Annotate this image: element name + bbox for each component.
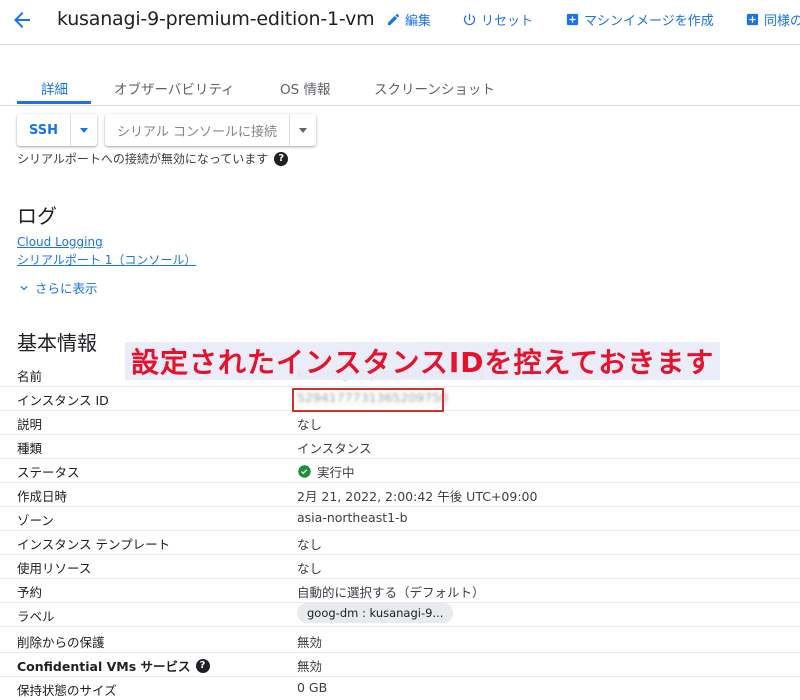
active-tab-indicator: [17, 101, 91, 104]
cloud-logging-link[interactable]: Cloud Logging: [17, 235, 103, 249]
property-key: ゾーン: [17, 513, 54, 528]
serial-console-button[interactable]: シリアル コンソールに接続: [105, 114, 289, 146]
property-row-reservation: 予約 自動的に選択する（デフォルト）: [0, 578, 800, 603]
ssh-button[interactable]: SSH: [17, 114, 70, 146]
edit-button[interactable]: 編集: [386, 10, 431, 29]
caret-down-icon: [80, 127, 89, 133]
property-key: インスタンス テンプレート: [17, 537, 171, 552]
property-key: ステータス: [17, 465, 80, 480]
annotation-banner: 設定されたインスタンスIDを控えておきます: [125, 342, 721, 380]
property-key: 保持状態のサイズ: [17, 683, 117, 698]
status-text: 実行中: [317, 465, 355, 480]
create-similar-button[interactable]: 同様の: [745, 10, 800, 29]
property-row-deletion-protection: 削除からの保護 無効: [0, 628, 800, 653]
ssh-dropdown-button[interactable]: [70, 114, 97, 146]
show-more-toggle[interactable]: さらに表示: [17, 278, 98, 297]
property-row-zone: ゾーン asia-northeast1-b: [0, 506, 800, 531]
property-key: 削除からの保護: [17, 635, 105, 650]
property-value: 0 GB: [297, 680, 328, 695]
add-box-icon: [566, 13, 579, 26]
tab-os-info[interactable]: OS 情報: [280, 78, 331, 98]
create-machine-image-button[interactable]: マシンイメージを作成: [565, 10, 714, 29]
header-bar: kusanagi-9-premium-edition-1-vm 編集 リセット …: [0, 0, 800, 45]
property-row-instance-template: インスタンス テンプレート なし: [0, 530, 800, 555]
property-value: asia-northeast1-b: [297, 510, 408, 525]
property-row-type: 種類 インスタンス: [0, 434, 800, 459]
confidential-vm-label: Confidential VMs サービス: [17, 659, 191, 674]
property-value: なし: [297, 561, 323, 576]
property-key: 名前: [17, 369, 43, 384]
serial-port-1-link[interactable]: シリアルポート 1（コンソール）: [17, 251, 196, 268]
power-icon: [463, 13, 476, 26]
property-value: なし: [297, 537, 323, 552]
serial-console-dropdown-button[interactable]: [289, 114, 316, 146]
property-value: インスタンス: [297, 441, 372, 456]
chevron-down-icon: [20, 285, 28, 290]
check-circle-icon: [298, 465, 311, 478]
property-row-preserved-state-size: 保持状態のサイズ 0 GB: [0, 676, 800, 700]
reset-label: リセット: [481, 14, 534, 29]
property-row-labels: ラベル goog-dm : kusanagi-9...: [0, 602, 800, 627]
help-icon[interactable]: ?: [195, 658, 210, 673]
property-row-created: 作成日時 2月 21, 2022, 2:00:42 午後 UTC+09:00: [0, 482, 800, 507]
reset-button[interactable]: リセット: [462, 10, 533, 29]
property-value: なし: [297, 417, 323, 432]
property-value: 2月 21, 2022, 2:00:42 午後 UTC+09:00: [297, 489, 538, 504]
property-row-status: ステータス 実行中: [0, 458, 800, 483]
property-key: 作成日時: [17, 489, 68, 504]
show-more-label: さらに表示: [35, 281, 98, 296]
caret-down-icon: [299, 127, 308, 133]
serial-port-note: シリアルポートへの接続が無効になっています ?: [17, 150, 289, 167]
basic-info-section-title: 基本情報: [17, 331, 97, 355]
property-key: 予約: [17, 585, 43, 600]
logs-section-title: ログ: [17, 204, 57, 228]
ssh-split-button: SSH: [17, 114, 98, 146]
pencil-icon: [387, 13, 400, 26]
create-similar-label: 同様の: [764, 14, 800, 29]
property-row-confidential-vm: Confidential VMs サービス ? 無効: [0, 652, 800, 677]
add-box-icon: [746, 13, 759, 26]
label-chip[interactable]: goog-dm : kusanagi-9...: [297, 603, 454, 623]
status-value: 実行中: [297, 462, 355, 481]
edit-label: 編集: [405, 14, 432, 29]
back-arrow-icon[interactable]: [10, 8, 34, 32]
property-value: 無効: [297, 659, 323, 674]
property-key: Confidential VMs サービス ?: [17, 656, 210, 675]
property-row-description: 説明 なし: [0, 410, 800, 435]
create-machine-image-label: マシンイメージを作成: [584, 14, 714, 29]
serial-console-split-button: シリアル コンソールに接続: [105, 114, 317, 146]
property-key: 説明: [17, 417, 43, 432]
property-key: インスタンス ID: [17, 393, 109, 408]
serial-port-note-text: シリアルポートへの接続が無効になっています: [17, 152, 269, 166]
property-key: ラベル: [17, 609, 55, 624]
help-icon[interactable]: ?: [274, 151, 289, 166]
instance-id-highlight-box: [292, 388, 444, 412]
tab-screenshot[interactable]: スクリーンショット: [374, 78, 495, 98]
property-value: 自動的に選択する（デフォルト）: [297, 585, 485, 600]
tab-bar: 詳細 オブザーバビリティ OS 情報 スクリーンショット: [0, 70, 800, 106]
property-row-in-use-by: 使用リソース なし: [0, 554, 800, 579]
property-value: 無効: [297, 635, 323, 650]
tab-observability[interactable]: オブザーバビリティ: [114, 78, 235, 98]
property-key: 使用リソース: [17, 561, 92, 576]
page-title: kusanagi-9-premium-edition-1-vm: [57, 8, 375, 30]
tab-details[interactable]: 詳細: [41, 78, 68, 98]
property-key: 種類: [17, 441, 43, 456]
